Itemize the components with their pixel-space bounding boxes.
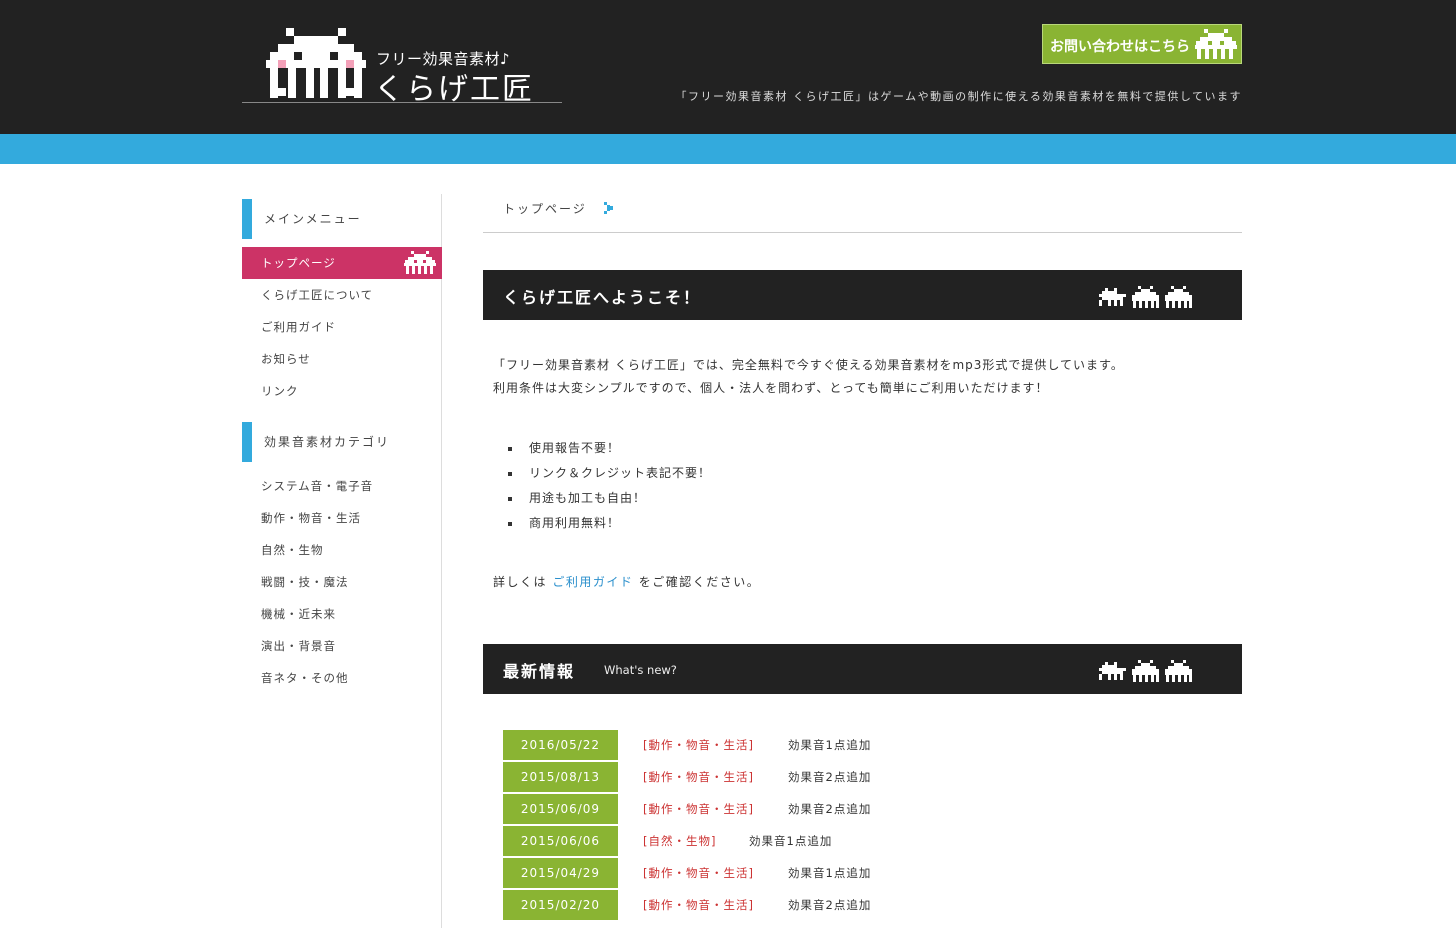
category-heading: 効果音素材カテゴリ (242, 422, 442, 462)
list-item: 使用報告不要！ (508, 436, 711, 461)
invader-trio-icon (1099, 660, 1192, 682)
news-category-link[interactable]: [動作・物音・生活] (643, 730, 754, 760)
news-category-link[interactable]: [動作・物音・生活] (643, 794, 754, 824)
news-date: 2016/05/22 (503, 730, 618, 760)
detail-prefix: 詳しくは (493, 575, 548, 589)
welcome-section-header: くらげ工匠へようこそ！ (483, 270, 1242, 320)
list-item: 用途も加工も自由！ (508, 486, 711, 511)
news-title: 最新情報 (503, 662, 576, 681)
main-menu-heading: メインメニュー (242, 199, 442, 239)
header-accent-band (0, 134, 1456, 164)
news-section-header: 最新情報 What's new? (483, 644, 1242, 694)
pixel-arrow-icon (604, 202, 613, 214)
contact-button-label: お問い合わせはこちら (1050, 39, 1190, 55)
bullet-icon (508, 447, 512, 451)
sidebar-item-links[interactable]: リンク (242, 375, 442, 407)
news-text: 効果音2点追加 (788, 898, 872, 912)
news-text: 効果音2点追加 (788, 802, 872, 816)
news-subtitle: What's new? (604, 663, 677, 677)
sidebar-item-news[interactable]: お知らせ (242, 343, 442, 375)
sidebar-item-category[interactable]: 音ネタ・その他 (242, 662, 442, 694)
intro-line-2: 利用条件は大変シンプルですので、個人・法人を問わず、とっても簡単にご利用いただけ… (493, 381, 1049, 395)
site-logo[interactable]: フリー効果音素材♪ くらげ工匠 (242, 26, 562, 107)
detail-text: 詳しくは ご利用ガイド をご確認ください。 (493, 573, 760, 590)
bullet-icon (508, 497, 512, 501)
site-tagline: 「フリー効果音素材 くらげ工匠」はゲームや動画の制作に使える効果音素材を無料で提… (675, 90, 1242, 103)
sidebar-item-category[interactable]: 自然・生物 (242, 534, 442, 566)
breadcrumb: トップページ (483, 164, 1242, 233)
list-item: リンク＆クレジット表記不要！ (508, 461, 711, 486)
sidebar-item-category[interactable]: 動作・物音・生活 (242, 502, 442, 534)
invader-trio-icon (1099, 286, 1192, 308)
news-category-link[interactable]: [動作・物音・生活] (643, 858, 754, 888)
contact-button[interactable]: お問い合わせはこちら (1042, 24, 1242, 64)
bullet-icon (508, 522, 512, 526)
feature-text: 用途も加工も自由！ (529, 491, 647, 505)
sidebar-item-label: トップページ (261, 256, 336, 270)
news-category-link[interactable]: [動作・物音・生活] (643, 762, 754, 792)
feature-text: 商用利用無料！ (529, 516, 621, 530)
jellyfish-invader-icon (266, 28, 366, 98)
feature-list: 使用報告不要！ リンク＆クレジット表記不要！ 用途も加工も自由！ 商用利用無料！ (508, 436, 711, 536)
sidebar-item-about[interactable]: くらげ工匠について (242, 279, 442, 311)
sidebar-item-guide[interactable]: ご利用ガイド (242, 311, 442, 343)
bullet-icon (508, 472, 512, 476)
breadcrumb-current[interactable]: トップページ (503, 200, 587, 217)
news-date: 2015/08/13 (503, 762, 618, 792)
site-header: フリー効果音素材♪ くらげ工匠 お問い合わせはこちら 「フリー効果音素材 くらげ… (0, 0, 1456, 134)
news-date: 2015/02/20 (503, 890, 618, 920)
news-text: 効果音1点追加 (749, 834, 833, 848)
intro-line-1: 「フリー効果音素材 くらげ工匠」では、完全無料で今すぐ使える効果音素材をmp3形… (493, 358, 1124, 372)
sidebar-item-category[interactable]: 機械・近未来 (242, 598, 442, 630)
list-item: 商用利用無料！ (508, 511, 711, 536)
sidebar-item-category[interactable]: 戦闘・技・魔法 (242, 566, 442, 598)
detail-suffix: をご確認ください。 (638, 575, 761, 589)
feature-text: 使用報告不要！ (529, 441, 621, 455)
news-text: 効果音1点追加 (788, 738, 872, 752)
logo-title: くらげ工匠 (374, 72, 534, 107)
news-date: 2015/06/09 (503, 794, 618, 824)
news-category-link[interactable]: [動作・物音・生活] (643, 890, 754, 920)
news-date: 2015/04/29 (503, 858, 618, 888)
sidebar-item-category[interactable]: システム音・電子音 (242, 470, 442, 502)
sidebar-item-top[interactable]: トップページ (242, 247, 442, 279)
sidebar: メインメニュー トップページ くらげ工匠について ご利用ガイド お知らせ リンク… (242, 194, 442, 928)
news-category-link[interactable]: [自然・生物] (643, 826, 716, 856)
guide-link[interactable]: ご利用ガイド (552, 575, 633, 589)
sidebar-item-category[interactable]: 演出・背景音 (242, 630, 442, 662)
news-date: 2015/06/06 (503, 826, 618, 856)
news-text: 効果音1点追加 (788, 866, 872, 880)
jellyfish-invader-icon (404, 251, 436, 274)
jellyfish-invader-icon (1195, 29, 1237, 59)
welcome-title: くらげ工匠へようこそ！ (503, 288, 702, 307)
news-text: 効果音2点追加 (788, 770, 872, 784)
feature-text: リンク＆クレジット表記不要！ (529, 466, 712, 480)
